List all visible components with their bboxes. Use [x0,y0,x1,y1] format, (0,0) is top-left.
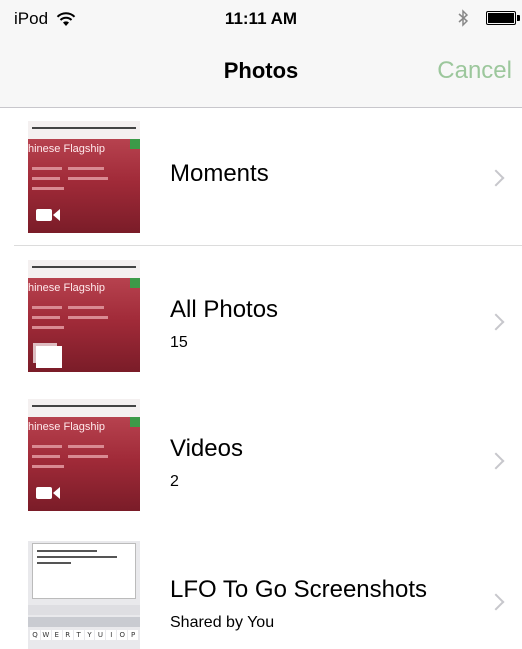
cancel-button[interactable]: Cancel [437,57,512,85]
thumbnail-slide-title: hinese Flagship [28,421,106,433]
chevron-right-icon [487,452,505,470]
chevron-right-icon [487,313,505,331]
album-title: Moments [170,160,269,187]
album-row-all-photos[interactable]: hinese Flagship All Photos 15 [0,246,522,386]
album-row-videos[interactable]: hinese Flagship Videos 2 [0,386,522,526]
video-camera-icon [36,487,60,499]
status-bar: iPod 11:11 AM [0,0,522,36]
video-camera-icon [36,209,60,221]
thumbnail-slide-title: hinese Flagship [28,143,106,155]
keyboard-keys: QWERTYUIOP [30,630,139,640]
chevron-right-icon [487,169,505,187]
album-thumbnail: hinese Flagship [28,399,140,511]
chevron-right-icon [487,593,505,611]
album-title: All Photos [170,296,279,323]
status-time: 11:11 AM [224,9,298,28]
album-subtitle: Shared by You [170,614,275,631]
nav-bar: Photos Cancel [0,36,522,108]
status-right [458,9,520,27]
album-thumbnail: QWERTYUIOP [28,541,140,649]
album-row-shared-screenshots[interactable]: QWERTYUIOP LFO To Go Screenshots Shared … [0,526,522,649]
album-title: LFO To Go Screenshots [170,576,428,603]
battery-icon [486,11,520,25]
album-list: hinese Flagship Moments hinese Flagship … [0,109,522,649]
album-title: Videos [170,435,243,462]
bluetooth-icon [458,9,468,27]
thumbnail-slide-title: hinese Flagship [28,282,106,294]
album-count: 15 [170,334,188,351]
album-thumbnail: hinese Flagship [28,121,140,233]
album-count: 2 [170,473,179,490]
photo-stack-icon [36,346,62,368]
album-thumbnail: hinese Flagship [28,260,140,372]
album-row-moments[interactable]: hinese Flagship Moments [0,109,522,246]
